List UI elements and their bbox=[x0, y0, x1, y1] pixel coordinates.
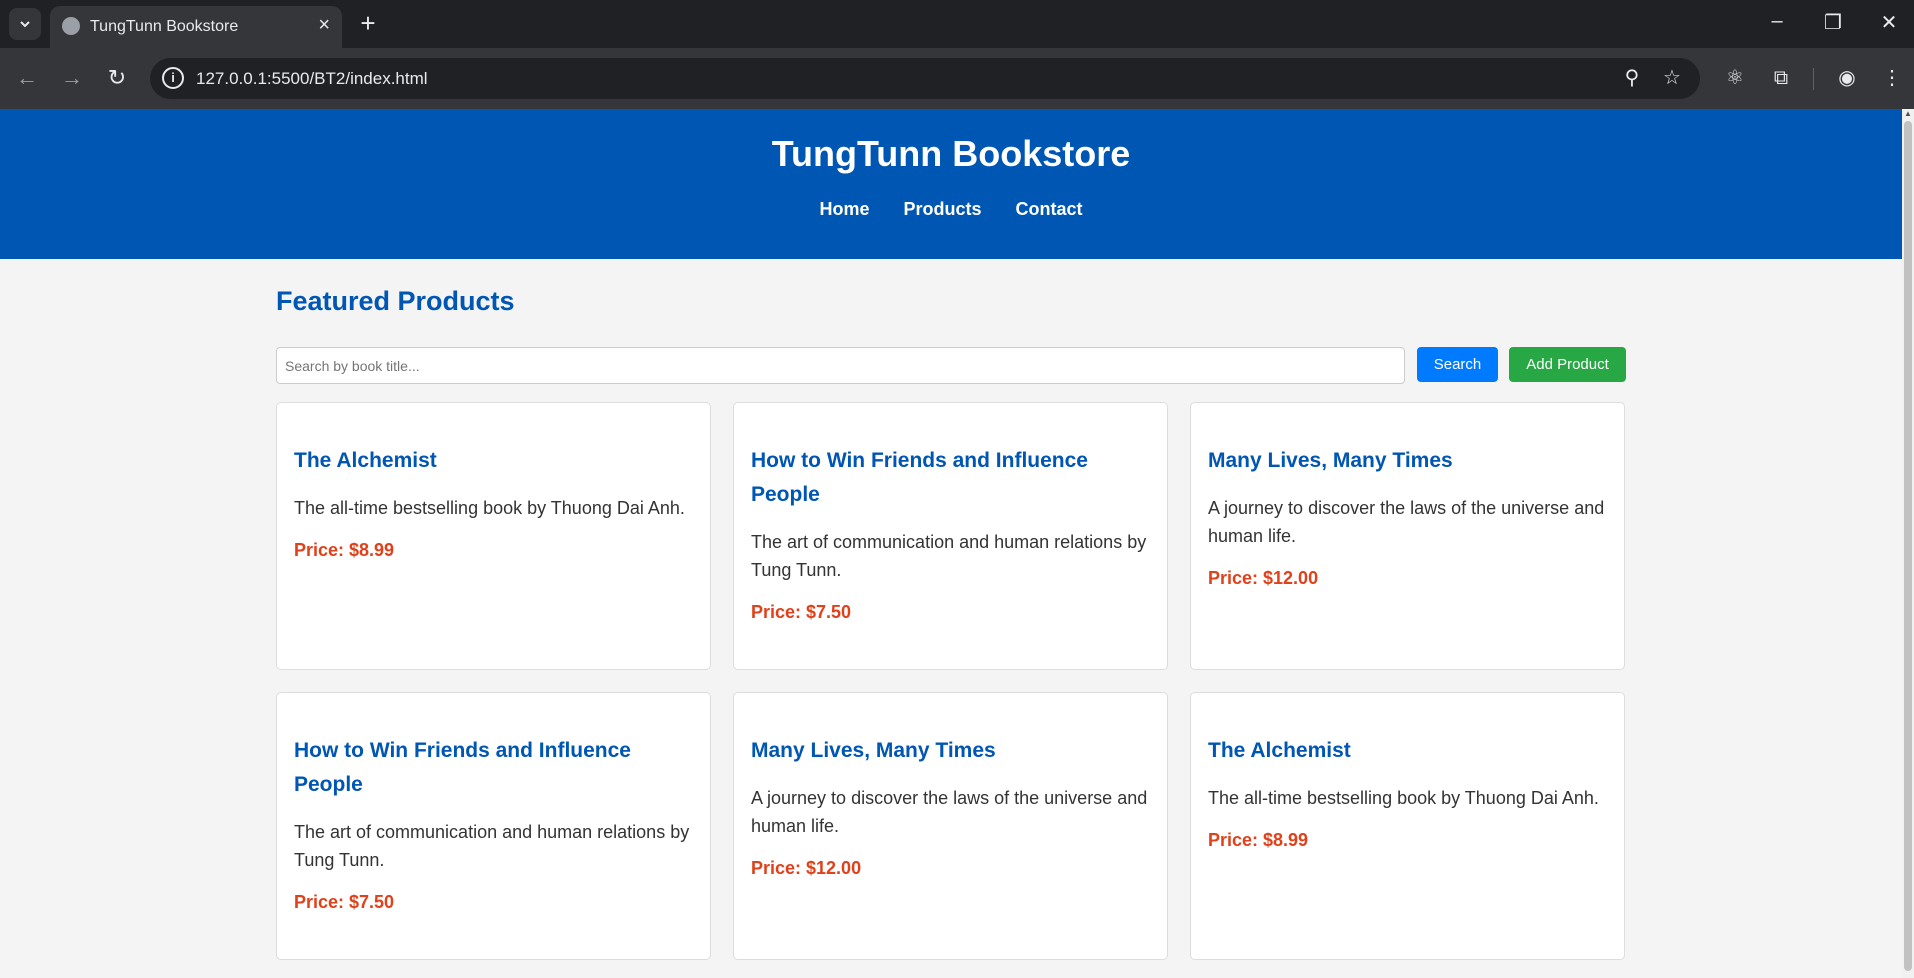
browser-tab[interactable]: TungTunn Bookstore × bbox=[50, 6, 342, 48]
address-bar[interactable]: i 127.0.0.1:5500/BT2/index.html ⚲ ☆ bbox=[150, 58, 1700, 99]
star-icon[interactable]: ☆ bbox=[1658, 65, 1686, 90]
product-card: Many Lives, Many Times A journey to disc… bbox=[733, 692, 1168, 960]
product-price: Price: $8.99 bbox=[1208, 830, 1309, 850]
nav-contact-link[interactable]: Contact bbox=[1016, 199, 1083, 220]
product-card: The Alchemist The all-time bestselling b… bbox=[276, 402, 711, 670]
url-text[interactable]: 127.0.0.1:5500/BT2/index.html bbox=[196, 69, 428, 89]
browser-toolbar: ← → ↻ i 127.0.0.1:5500/BT2/index.html ⚲ … bbox=[0, 48, 1914, 109]
product-price: Price: $7.50 bbox=[294, 892, 395, 912]
main-container: Featured Products Search Add Product The… bbox=[276, 259, 1626, 960]
add-product-button[interactable]: Add Product bbox=[1509, 347, 1626, 382]
search-row: Search Add Product bbox=[276, 347, 1626, 384]
plus-icon[interactable]: + bbox=[352, 8, 384, 40]
search-input[interactable] bbox=[276, 347, 1405, 384]
scrollbar-thumb[interactable] bbox=[1904, 121, 1912, 971]
product-description: The all-time bestselling book by Thuong … bbox=[294, 498, 685, 518]
restore-icon[interactable]: ❐ bbox=[1816, 10, 1850, 35]
product-card: How to Win Friends and Influence People … bbox=[733, 402, 1168, 670]
tab-list-button[interactable] bbox=[9, 8, 41, 40]
section-title: Featured Products bbox=[276, 286, 515, 316]
site-header: TungTunn Bookstore Home Products Contact bbox=[0, 109, 1902, 259]
product-title[interactable]: Many Lives, Many Times bbox=[1208, 444, 1607, 478]
page-viewport: TungTunn Bookstore Home Products Contact… bbox=[0, 109, 1902, 978]
product-price: Price: $7.50 bbox=[751, 602, 852, 622]
info-icon[interactable]: i bbox=[162, 67, 184, 89]
product-card: How to Win Friends and Influence People … bbox=[276, 692, 711, 960]
search-button[interactable]: Search bbox=[1417, 347, 1498, 382]
product-card: The Alchemist The all-time bestselling b… bbox=[1190, 692, 1625, 960]
minimize-icon[interactable]: – bbox=[1760, 10, 1794, 33]
toolbar-divider bbox=[1813, 68, 1814, 90]
react-icon[interactable]: ⚛ bbox=[1719, 62, 1751, 94]
product-title[interactable]: How to Win Friends and Influence People bbox=[294, 734, 693, 802]
product-description: A journey to discover the laws of the un… bbox=[751, 788, 1148, 836]
tab-title: TungTunn Bookstore bbox=[90, 18, 239, 35]
product-price: Price: $12.00 bbox=[1208, 568, 1319, 588]
nav-home-link[interactable]: Home bbox=[819, 199, 869, 220]
product-description: The art of communication and human relat… bbox=[751, 532, 1147, 580]
product-description: The art of communication and human relat… bbox=[294, 822, 690, 870]
product-price: Price: $8.99 bbox=[294, 540, 395, 560]
page-scrollbar[interactable]: ▲ bbox=[1902, 109, 1914, 978]
product-card: Many Lives, Many Times A journey to disc… bbox=[1190, 402, 1625, 670]
arrow-right-icon[interactable]: → bbox=[56, 62, 88, 94]
nav-products-link[interactable]: Products bbox=[904, 199, 982, 220]
product-title[interactable]: The Alchemist bbox=[294, 444, 693, 478]
site-nav: Home Products Contact bbox=[0, 199, 1902, 220]
close-icon[interactable]: × bbox=[318, 14, 330, 37]
site-title: TungTunn Bookstore bbox=[771, 133, 1131, 174]
close-icon[interactable]: ✕ bbox=[1872, 10, 1906, 35]
product-title[interactable]: Many Lives, Many Times bbox=[751, 734, 1150, 768]
product-description: The all-time bestselling book by Thuong … bbox=[1208, 788, 1599, 808]
product-title[interactable]: How to Win Friends and Influence People bbox=[751, 444, 1150, 512]
account-icon[interactable]: ◉ bbox=[1831, 62, 1863, 94]
puzzle-icon[interactable]: ⧉ bbox=[1765, 62, 1797, 94]
product-grid: The Alchemist The all-time bestselling b… bbox=[276, 402, 1626, 960]
browser-tab-bar: TungTunn Bookstore × + – ❐ ✕ bbox=[0, 0, 1914, 48]
product-price: Price: $12.00 bbox=[751, 858, 862, 878]
zoom-out-icon[interactable]: ⚲ bbox=[1618, 65, 1646, 90]
arrow-left-icon[interactable]: ← bbox=[11, 62, 43, 94]
product-description: A journey to discover the laws of the un… bbox=[1208, 498, 1605, 546]
kebab-menu-icon[interactable]: ⋮ bbox=[1876, 62, 1908, 94]
reload-icon[interactable]: ↻ bbox=[101, 62, 133, 94]
globe-icon bbox=[62, 17, 80, 35]
scroll-up-icon[interactable]: ▲ bbox=[1904, 109, 1912, 119]
product-title[interactable]: The Alchemist bbox=[1208, 734, 1607, 768]
chevron-down-icon bbox=[20, 21, 30, 28]
